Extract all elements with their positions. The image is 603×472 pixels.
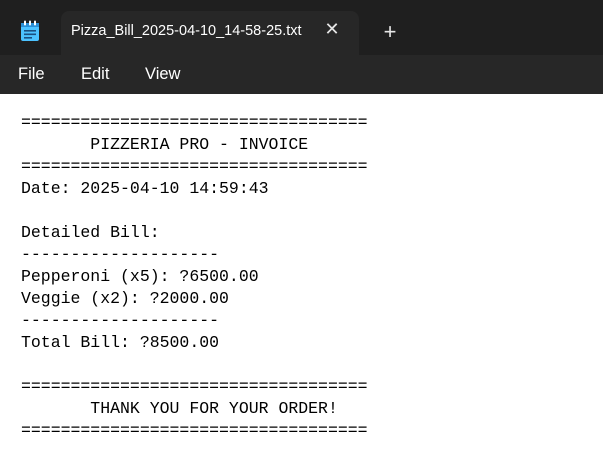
text-editor[interactable]: =================================== PIZZ… [0,94,603,472]
doc-line: Date: 2025-04-10 14:59:43 [21,179,269,198]
menu-bar: File Edit View [0,55,603,94]
doc-line: =================================== [21,113,368,132]
doc-line: THANK YOU FOR YOUR ORDER! [21,399,338,418]
doc-line: =================================== [21,377,368,396]
doc-line: PIZZERIA PRO - INVOICE [21,135,309,154]
document-text: =================================== PIZZ… [21,112,368,442]
doc-line: Detailed Bill: [21,223,160,242]
tab-active-document[interactable]: Pizza_Bill_2025-04-10_14-58-25.txt ✕ [61,11,359,56]
menu-view[interactable]: View [145,65,180,84]
tab-title: Pizza_Bill_2025-04-10_14-58-25.txt [71,23,302,39]
notepad-icon [20,20,40,42]
menu-file[interactable]: File [18,65,45,84]
doc-line: -------------------- [21,245,220,264]
menu-edit[interactable]: Edit [81,65,109,84]
doc-line: -------------------- [21,311,220,330]
notepad-window: Pizza_Bill_2025-04-10_14-58-25.txt ✕ + F… [0,0,603,472]
doc-line: Total Bill: ?8500.00 [21,333,220,352]
plus-icon[interactable]: + [380,21,400,43]
close-icon[interactable]: ✕ [324,20,340,38]
tab-strip: Pizza_Bill_2025-04-10_14-58-25.txt ✕ + [0,0,603,56]
doc-line: Veggie (x2): ?2000.00 [21,289,229,308]
doc-line: =================================== [21,157,368,176]
doc-line: =================================== [21,421,368,440]
doc-line: Pepperoni (x5): ?6500.00 [21,267,259,286]
